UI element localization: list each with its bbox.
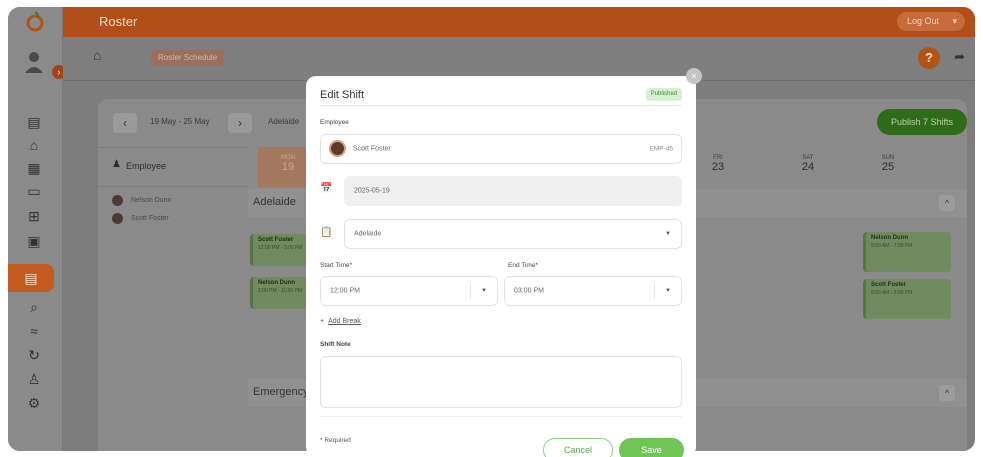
avatar	[329, 140, 346, 157]
shift-time: 9:00 AM - 3:00 PM	[871, 290, 913, 296]
chevron-up-icon[interactable]: ^	[939, 385, 955, 401]
section-title: Emergency	[253, 386, 309, 398]
plus-icon: +	[320, 318, 325, 325]
shift-card[interactable]: Nelson Dunn 9:00 AM - 7:00 PM	[863, 232, 951, 272]
start-time-value: 12:00 PM	[330, 287, 360, 295]
edit-shift-modal: Edit Shift Published Employee Scott Fost…	[306, 76, 696, 457]
cancel-button[interactable]: Cancel	[543, 438, 613, 457]
handshake-icon[interactable]: ≈	[24, 321, 44, 341]
divider	[320, 105, 682, 106]
required-note: * Required	[320, 437, 351, 444]
location-value: Adelaide	[354, 230, 382, 238]
employee-column-header: ♟ Employee	[98, 147, 248, 187]
date-value: 2025-05-19	[354, 187, 390, 195]
add-break-link[interactable]: + Add Break	[320, 318, 361, 325]
employee-select[interactable]: Scott Foster EMP-45	[320, 134, 682, 164]
employee-name: Nelson Dunn	[131, 197, 172, 204]
date-range: 19 May - 25 May	[150, 117, 210, 126]
region-label: Adelaide	[268, 117, 300, 126]
page-title: Roster	[99, 14, 138, 29]
chevron-up-icon[interactable]: ^	[939, 195, 955, 211]
employee-id: EMP-45	[649, 145, 673, 153]
briefcase-icon[interactable]: ⌂	[24, 135, 44, 155]
employee-header-label: Employee	[126, 161, 167, 171]
day-header-fri: FRI 23	[698, 147, 738, 187]
shift-card[interactable]: Nelson Dunn 1:00 PM - 11:00 PM	[250, 277, 308, 309]
prev-week-button[interactable]: ‹	[113, 113, 137, 133]
shift-name: Nelson Dunn	[871, 235, 908, 241]
breadcrumb[interactable]: Roster Schedule	[151, 50, 225, 66]
date-field[interactable]: 2025-05-19	[344, 176, 682, 206]
calendar-icon[interactable]: ▣	[24, 231, 44, 251]
top-bar: Roster Log Out ▾	[63, 7, 975, 37]
divider	[320, 416, 682, 417]
wallet-icon[interactable]: ▭	[24, 181, 44, 201]
shift-name: Scott Foster	[258, 237, 294, 243]
day-header-sat: SAT 24	[778, 147, 838, 187]
logout-label: Log Out	[906, 16, 939, 26]
end-time-label: End Time*	[508, 262, 538, 269]
share-icon[interactable]: ➦	[954, 49, 965, 65]
divider	[654, 283, 655, 299]
avatar	[112, 194, 123, 206]
report-icon[interactable]: ▦	[24, 158, 44, 178]
org-icon[interactable]: ⊞	[24, 206, 44, 226]
shift-note-label: Shift Note	[320, 341, 351, 348]
day-date: 23	[711, 161, 725, 173]
shift-time: 12:00 PM - 3:00 PM	[258, 245, 303, 251]
add-break-label: Add Break	[328, 318, 361, 325]
employee-name: Scott Foster	[353, 145, 391, 153]
settings-icon[interactable]: ⚙	[24, 393, 44, 413]
employee-name: Scott Foster	[131, 215, 169, 222]
sidebar: › ▤ ⌂ ▦ ▭ ⊞ ▣ ▤ ⌕ ≈ ↻ ♙ ⚙	[8, 7, 66, 451]
day-date: 25	[881, 161, 895, 173]
shift-time: 1:00 PM - 11:00 PM	[258, 288, 303, 294]
end-time-select[interactable]: 03:00 PM ▼	[504, 276, 682, 306]
shift-name: Nelson Dunn	[258, 280, 295, 286]
logout-button[interactable]: Log Out ▾	[896, 12, 965, 31]
shift-card[interactable]: Scott Foster 12:00 PM - 3:00 PM	[250, 234, 308, 266]
employee-label: Employee	[320, 119, 349, 126]
chevron-down-icon: ▼	[481, 288, 487, 294]
roster-icon[interactable]: ▤	[8, 264, 54, 292]
avatar	[112, 212, 123, 224]
employee-row[interactable]: Scott Foster	[112, 211, 169, 227]
day-header-sun: SUN 25	[858, 147, 918, 187]
modal-title: Edit Shift	[320, 89, 365, 101]
save-button[interactable]: Save	[619, 438, 684, 457]
divider	[470, 283, 471, 299]
chevron-down-icon: ▼	[665, 288, 671, 294]
chevron-down-icon: ▼	[665, 231, 671, 237]
chevron-down-icon: ▾	[952, 16, 957, 26]
start-time-select[interactable]: 12:00 PM ▼	[320, 276, 498, 306]
employee-row[interactable]: Nelson Dunn	[112, 193, 171, 209]
start-time-label: Start Time*	[320, 262, 353, 269]
status-badge: Published	[645, 88, 682, 101]
timesheet-icon[interactable]: ▤	[24, 112, 44, 132]
shift-time: 9:00 AM - 7:00 PM	[871, 243, 913, 249]
user-icon[interactable]: ♙	[24, 369, 44, 389]
help-button[interactable]: ?	[918, 47, 940, 69]
app-logo-icon	[26, 11, 44, 32]
breadcrumb-bar: ⌂ Roster Schedule ? ➦	[63, 37, 975, 81]
calendar-icon: 📅	[320, 183, 333, 194]
user-avatar-icon[interactable]	[22, 49, 46, 73]
history-icon[interactable]: ↻	[24, 345, 44, 365]
publish-shifts-button[interactable]: Publish 7 Shifts	[876, 109, 967, 135]
location-select[interactable]: Adelaide ▼	[344, 219, 682, 249]
section-title: Adelaide	[253, 196, 296, 208]
close-icon[interactable]: ×	[686, 68, 702, 84]
home-icon[interactable]: ⌂	[93, 47, 101, 63]
end-time-value: 03:00 PM	[514, 287, 544, 295]
next-week-button[interactable]: ›	[228, 113, 252, 133]
search-icon[interactable]: ⌕	[24, 297, 44, 317]
shift-card[interactable]: Scott Foster 9:00 AM - 3:00 PM	[863, 279, 951, 319]
person-icon: ♟	[112, 159, 121, 170]
shift-note-textarea[interactable]	[320, 356, 682, 408]
clipboard-icon: 📋	[320, 227, 333, 238]
day-date: 24	[801, 161, 815, 173]
shift-name: Scott Foster	[871, 282, 907, 288]
